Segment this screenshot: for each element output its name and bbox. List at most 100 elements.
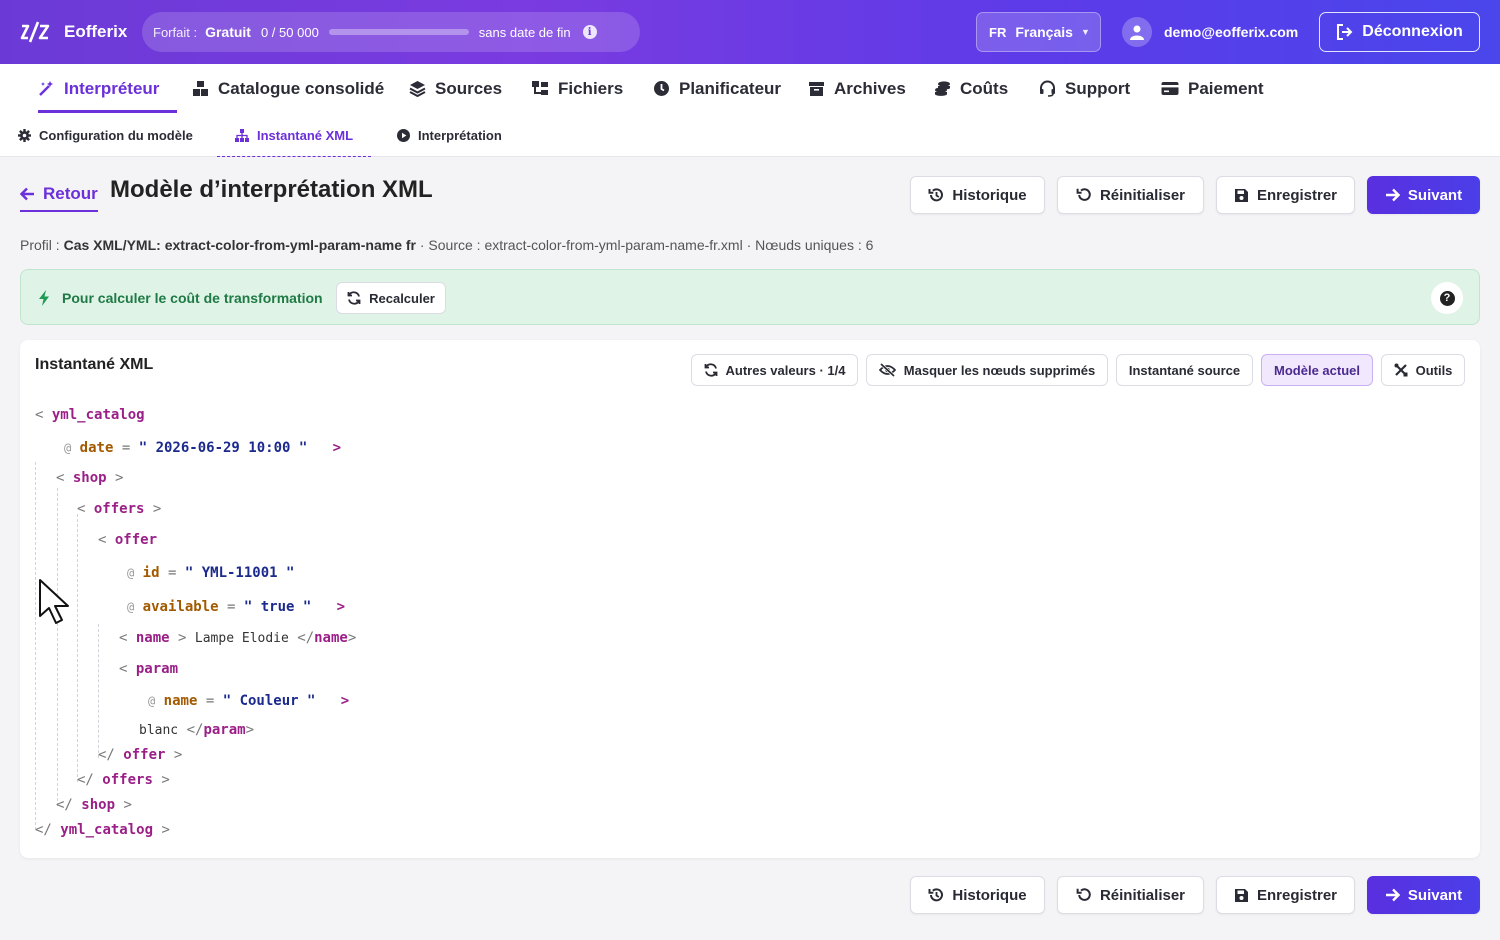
xml-attr-value: true [260,599,295,615]
subnav-label: Instantané XML [257,127,354,143]
xml-node-offers-open[interactable]: < offers > [77,501,161,517]
nav-item-paiement[interactable]: Paiement [1161,64,1264,113]
xml-tree: < yml_catalog @ date = " 2026-06-29 10:0… [20,340,1480,858]
headset-icon [1040,80,1055,97]
profile-name: Cas XML/YML: extract-color-from-yml-para… [63,237,416,253]
xml-attr-date[interactable]: @ date = " 2026-06-29 10:00 " > [64,440,341,456]
undo-icon [1076,888,1091,901]
floppy-disk-icon [1234,888,1248,902]
subnav-label: Interprétation [418,127,502,143]
xml-tag-name: name [135,630,170,646]
next-button-bottom[interactable]: Suivant [1367,876,1480,914]
xml-attr-value: 2026-06-29 10:00 [155,440,291,456]
info-icon[interactable]: i [582,25,597,39]
xml-tag-name: param [203,722,246,738]
xml-tag-name: shop [81,797,116,813]
sign-out-icon [1337,24,1353,40]
xml-attr-value: YML-11001 [201,565,278,581]
nav-item-sources[interactable]: Sources [409,64,502,113]
arrow-left-icon [20,187,34,201]
xml-node-shop-close[interactable]: </ shop > [56,797,132,813]
language-selector[interactable]: FR Français ▼ [976,12,1101,52]
nav-item-archives[interactable]: Archives [808,64,906,113]
history-label: Historique [952,886,1027,904]
reset-button[interactable]: Réinitialiser [1057,176,1204,214]
nav-label: Catalogue consolidé [218,78,385,98]
xml-node-offers-close[interactable]: </ offers > [77,772,170,788]
arrow-right-icon [1385,888,1400,902]
xml-tag-name: yml_catalog [60,822,154,838]
xml-attr-name: available [142,599,219,615]
language-name: Français [1015,24,1073,40]
xml-node-offer-open[interactable]: < offer [98,532,157,548]
xml-attr-name: date [79,440,114,456]
nav-item-interpreteur[interactable]: Interpréteur [38,64,178,113]
xml-tag-name: param [135,661,179,677]
xml-node-param-close[interactable]: blanc </param> [139,722,254,738]
source-info: · Source : extract-color-from-yml-param-… [419,237,874,253]
boxes-icon [193,81,208,96]
help-button[interactable]: ? [1431,282,1463,314]
history-button[interactable]: Historique [910,176,1045,214]
save-label: Enregistrer [1256,186,1338,204]
bolt-icon [39,290,49,306]
xml-node-offer-close[interactable]: </ offer > [98,747,182,763]
nav-item-planificateur[interactable]: Planificateur [653,64,781,113]
xml-node-name[interactable]: < name > Lampe Elodie </name> [119,630,356,646]
nav-item-catalogue[interactable]: Catalogue consolidé [192,64,384,113]
undo-icon [1076,188,1091,201]
app-logo[interactable]: Eofferix [20,20,127,44]
xml-node-yml-catalog-open[interactable]: < yml_catalog [35,407,145,423]
main-nav: Interpréteur Catalogue consolidé Sources… [0,64,1500,113]
xml-attr-id[interactable]: @ id = " YML-11001 " [127,565,294,581]
nav-item-fichiers[interactable]: Fichiers [531,64,623,113]
nav-item-support[interactable]: Support [1039,64,1130,113]
refresh-icon [347,291,361,305]
xml-text-value: Lampe Elodie [194,631,289,646]
back-label: Retour [43,184,98,203]
next-label: Suivant [1407,886,1463,904]
back-link[interactable]: Retour [20,178,98,212]
credit-card-icon [1161,82,1179,95]
floppy-disk-icon [1234,188,1248,202]
arrow-right-icon [1385,188,1400,202]
clock-icon [654,81,669,96]
recalculate-button[interactable]: Recalculer [336,282,446,314]
nav-label: Paiement [1188,78,1264,98]
subnav-label: Configuration du modèle [39,127,193,143]
language-code: FR [989,24,1007,40]
sitemap-icon [235,128,249,142]
page-title: Modèle d’interprétation XML [110,176,433,203]
reset-label: Réinitialiser [1099,886,1186,904]
tab-configuration[interactable]: Configuration du modèle [18,113,193,157]
mouse-cursor-icon [39,579,69,624]
plan-tier: Gratuit [205,24,251,40]
next-button[interactable]: Suivant [1367,176,1480,214]
xml-node-yml-catalog-close[interactable]: </ yml_catalog > [35,822,170,838]
xml-attr-param-name[interactable]: @ name = " Couleur " > [148,693,349,709]
xml-node-param-open[interactable]: < param [119,661,178,677]
nav-label: Fichiers [558,78,624,98]
profile-label: Profil : [20,237,60,253]
xml-attr-available[interactable]: @ available = " true " > [127,599,345,615]
save-button-bottom[interactable]: Enregistrer [1216,876,1355,914]
plan-usage-pill: Forfait : Gratuit 0 / 50 000 sans date d… [142,12,640,52]
xml-snapshot-card: Instantané XML Autres valeurs · 1/4 Masq… [20,340,1480,858]
reset-button-bottom[interactable]: Réinitialiser [1057,876,1204,914]
xml-tag-name: name [314,630,348,646]
indent-guide [57,488,58,806]
xml-node-shop-open[interactable]: < shop > [56,470,123,486]
reset-label: Réinitialiser [1099,186,1186,204]
logout-button[interactable]: Déconnexion [1319,12,1480,52]
save-button[interactable]: Enregistrer [1216,176,1355,214]
history-button-bottom[interactable]: Historique [910,876,1045,914]
plan-quota: 0 / 50 000 [260,24,319,40]
tab-interpretation[interactable]: Interprétation [397,113,502,157]
xml-tag-name: shop [72,470,107,486]
nav-label: Planificateur [679,78,782,98]
xml-tag-name: yml_catalog [51,407,145,423]
archive-icon [809,82,824,96]
tab-instantane-xml[interactable]: Instantané XML [216,113,372,157]
nav-item-couts[interactable]: Coûts [934,64,1008,113]
user-menu[interactable]: demo@eofferix.com [1122,17,1298,47]
